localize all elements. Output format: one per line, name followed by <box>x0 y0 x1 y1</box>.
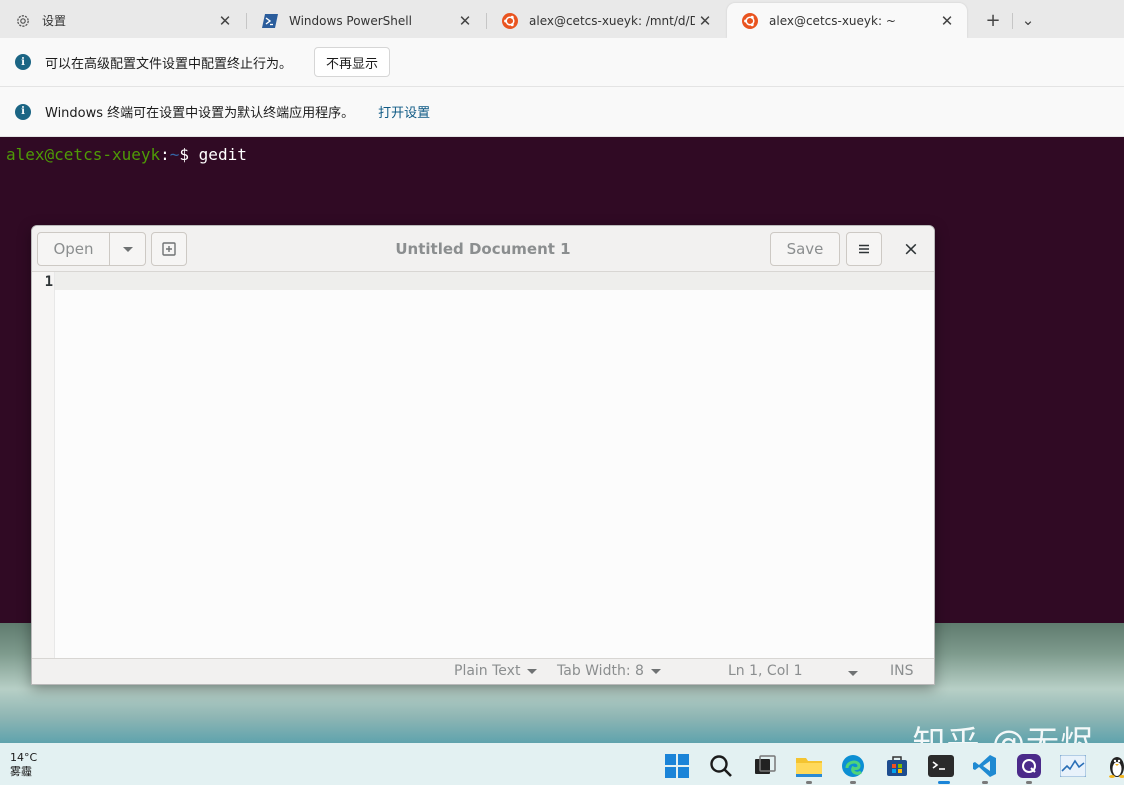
terminal-icon[interactable] <box>928 753 954 779</box>
running-indicator <box>982 781 988 784</box>
tab-width-selector[interactable]: Tab Width: 8 <box>557 663 661 679</box>
open-settings-link[interactable]: 打开设置 <box>378 102 430 121</box>
prompt-colon: : <box>160 145 170 164</box>
close-icon[interactable]: ✕ <box>937 11 957 31</box>
gedit-headerbar: Open Untitled Document 1 Save × <box>32 226 934 272</box>
gedit-statusbar: Plain Text Tab Width: 8 Ln 1, Col 1 INS <box>32 658 934 684</box>
app-icon[interactable] <box>1016 753 1042 779</box>
ubuntu-icon <box>501 12 519 30</box>
terminal-tab-strip: 设置 ✕ Windows PowerShell ✕ alex@cetcs-xue… <box>0 0 1124 38</box>
insert-mode-label: INS <box>890 663 914 679</box>
store-icon[interactable] <box>884 753 910 779</box>
windows-taskbar: 14°C 雾霾 <box>0 743 1124 785</box>
linux-penguin-icon[interactable] <box>1104 753 1124 779</box>
save-button[interactable]: Save <box>770 232 840 266</box>
shell-prompt-line: alex@cetcs-xueyk:~$ gedit <box>6 145 247 164</box>
prompt-path: ~ <box>169 145 180 164</box>
tab-title: 设置 <box>42 14 67 28</box>
performance-monitor-icon[interactable] <box>1060 753 1086 779</box>
powershell-icon <box>261 12 279 30</box>
chevron-down-icon <box>650 668 661 674</box>
tab-dropdown-button[interactable]: ⌄ <box>1013 6 1043 34</box>
insert-mode-indicator[interactable]: INS <box>890 663 914 679</box>
tab-width-label: Tab Width: 8 <box>557 663 644 679</box>
tab-title: alex@cetcs-xueyk: /mnt/d/D1- <box>529 13 695 28</box>
active-indicator <box>938 781 950 784</box>
tab-ubuntu-mnt[interactable]: alex@cetcs-xueyk: /mnt/d/D1- ✕ <box>487 3 725 38</box>
info-icon: i <box>15 103 31 120</box>
dont-show-again-button[interactable]: 不再显示 <box>314 47 391 77</box>
language-label: Plain Text <box>454 663 521 679</box>
tab-powershell[interactable]: Windows PowerShell ✕ <box>247 3 485 38</box>
search-icon[interactable] <box>708 753 734 779</box>
line-number: 1 <box>44 274 53 290</box>
prompt-symbol: $ <box>179 145 199 164</box>
close-icon[interactable]: ✕ <box>695 11 715 31</box>
file-explorer-icon[interactable] <box>796 753 822 779</box>
tab-settings[interactable]: 设置 ✕ <box>0 3 245 38</box>
current-line-highlight <box>55 272 934 290</box>
temperature: 14°C <box>10 751 38 764</box>
ubuntu-icon <box>741 12 759 30</box>
typed-command: gedit <box>198 145 247 164</box>
language-selector[interactable]: Plain Text <box>454 663 538 679</box>
cursor-position-label: Ln 1, Col 1 <box>728 663 803 679</box>
tab-title: Windows PowerShell <box>289 13 412 28</box>
vscode-icon[interactable] <box>972 753 998 779</box>
info-message: 可以在高级配置文件设置中配置终止行为。 <box>45 56 293 72</box>
weather-condition: 雾霾 <box>10 765 32 778</box>
menu-icon <box>859 244 869 254</box>
cursor-position[interactable]: Ln 1, Col 1 <box>728 663 803 679</box>
running-indicator <box>850 781 856 784</box>
chevron-down-icon <box>527 668 538 674</box>
position-dropdown[interactable] <box>848 665 858 676</box>
running-indicator <box>1026 781 1032 784</box>
weather-widget[interactable]: 14°C 雾霾 <box>10 751 37 779</box>
start-icon[interactable] <box>664 753 690 779</box>
edge-browser-icon[interactable] <box>840 753 866 779</box>
window-close-button[interactable]: × <box>896 232 926 266</box>
info-message: Windows 终端可在设置中设置为默认终端应用程序。 <box>45 106 355 121</box>
text-editor-area[interactable]: 1 <box>32 272 934 658</box>
infobar-default-terminal: i Windows 终端可在设置中设置为默认终端应用程序。 打开设置 <box>0 87 1124 137</box>
infobar-close-behavior: i 可以在高级配置文件设置中配置终止行为。 不再显示 <box>0 38 1124 87</box>
tab-ubuntu-home[interactable]: alex@cetcs-xueyk: ~ ✕ <box>727 3 967 38</box>
close-icon[interactable]: ✕ <box>455 11 475 31</box>
line-number-gutter: 1 <box>32 272 55 658</box>
close-icon[interactable]: ✕ <box>215 11 235 31</box>
chevron-down-icon <box>848 671 858 676</box>
hamburger-menu-button[interactable] <box>846 232 882 266</box>
task-view-icon[interactable] <box>752 753 778 779</box>
tab-title: alex@cetcs-xueyk: ~ <box>769 13 896 28</box>
running-indicator <box>806 781 812 784</box>
prompt-user-host: alex@cetcs-xueyk <box>6 145 161 164</box>
gedit-window: Open Untitled Document 1 Save × 1 Plain … <box>31 225 935 685</box>
info-icon: i <box>15 54 31 70</box>
new-tab-button[interactable]: + <box>978 6 1008 34</box>
gear-icon <box>14 12 32 30</box>
